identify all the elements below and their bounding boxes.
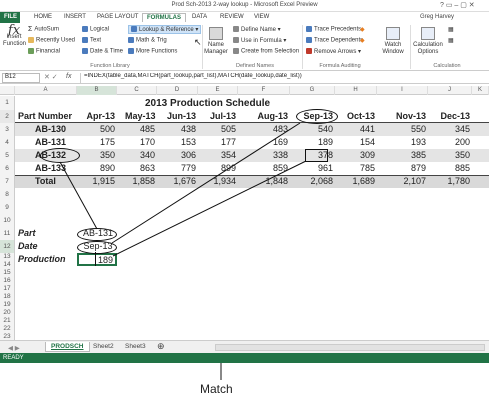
sheet-tab-sheet2[interactable]: Sheet2 [88, 342, 119, 351]
horizontal-scrollbar[interactable] [215, 344, 485, 351]
line-result-connector [112, 160, 307, 257]
sheet-tab-sheet3[interactable]: Sheet3 [120, 342, 151, 351]
status-bar: READY [0, 353, 489, 363]
add-sheet-icon[interactable]: ⊕ [152, 340, 170, 353]
status-text: READY [3, 355, 24, 361]
sheet-tab-prodsch[interactable]: PRODSCH [45, 342, 90, 352]
callout-label: Match [200, 382, 233, 396]
line-part-connector [59, 161, 98, 230]
sheet-nav-arrows[interactable]: ◀ ▶ [3, 343, 25, 353]
sheet-tab-bar: ◀ ▶ PRODSCH Sheet2 Sheet3 ⊕ [0, 340, 489, 353]
line-date-connector [111, 122, 301, 244]
